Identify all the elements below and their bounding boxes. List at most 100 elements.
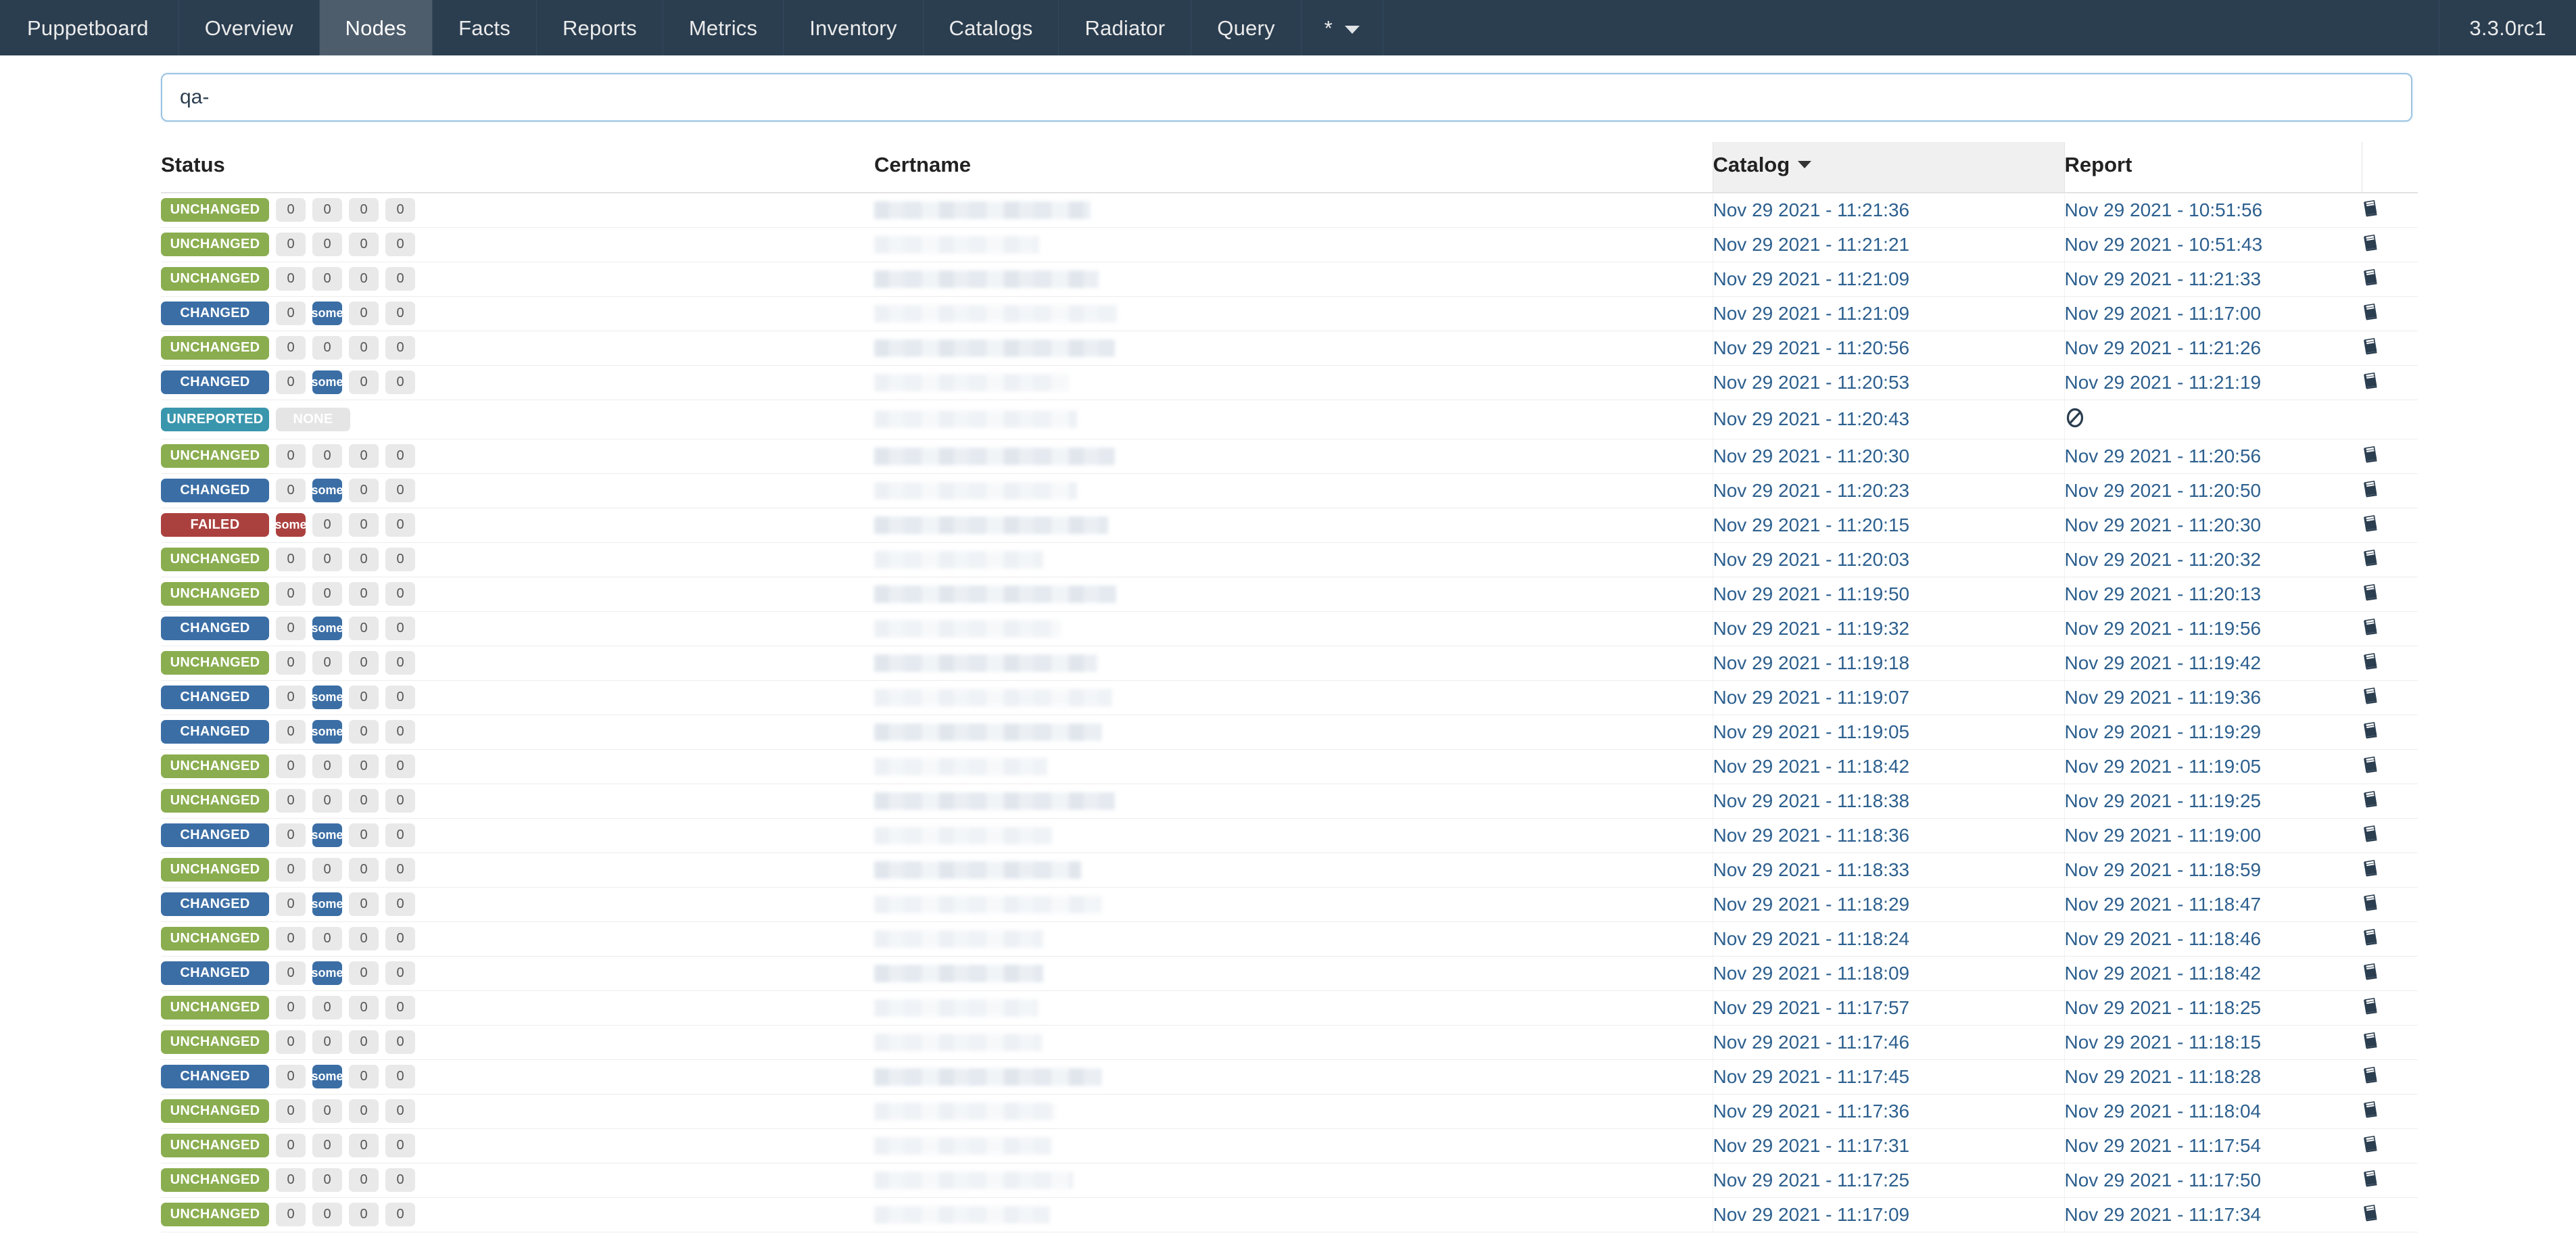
environment-dropdown[interactable]: * — [1302, 0, 1383, 55]
status-badge[interactable]: UNCHANGED — [161, 1099, 269, 1123]
report-timestamp-link[interactable]: Nov 29 2021 - 11:18:28 — [2065, 1066, 2262, 1087]
cell-certname[interactable] — [874, 852, 1713, 888]
status-badge[interactable]: UNCHANGED — [161, 267, 269, 291]
status-badge[interactable]: UNCHANGED — [161, 789, 269, 813]
cell-certname[interactable] — [874, 1094, 1713, 1129]
status-badge[interactable]: UNCHANGED — [161, 754, 269, 778]
cell-certname[interactable] — [874, 887, 1713, 922]
cell-catalog-timestamp[interactable]: Nov 29 2021 - 11:17:25 — [1712, 1163, 2065, 1198]
report-timestamp-link[interactable]: Nov 29 2021 - 11:20:56 — [2065, 446, 2262, 466]
book-icon[interactable] — [2362, 756, 2379, 773]
cell-logs[interactable] — [2362, 611, 2418, 646]
cell-catalog-timestamp[interactable]: Nov 29 2021 - 11:19:07 — [1712, 680, 2065, 715]
cell-catalog-timestamp[interactable]: Nov 29 2021 - 11:18:24 — [1712, 921, 2065, 957]
cell-report-timestamp[interactable]: Nov 29 2021 - 11:18:25 — [2064, 990, 2362, 1026]
cell-logs[interactable] — [2362, 646, 2418, 681]
nav-item-metrics[interactable]: Metrics — [663, 0, 784, 55]
book-icon[interactable] — [2362, 1101, 2379, 1118]
report-timestamp-link[interactable]: Nov 29 2021 - 11:21:33 — [2065, 268, 2262, 289]
table-row[interactable]: UNCHANGED 0 0 0 0 Nov 29 2021 - 11:18:24 Nov 2… — [161, 921, 2418, 957]
cell-certname[interactable] — [874, 365, 1713, 400]
table-row[interactable]: UNCHANGED 0 0 0 0 Nov 29 2021 - 11:17:09 Nov 2… — [161, 1197, 2418, 1232]
cell-logs[interactable] — [2362, 887, 2418, 922]
catalog-timestamp-link[interactable]: Nov 29 2021 - 11:17:46 — [1713, 1032, 1910, 1053]
cell-certname[interactable] — [874, 1128, 1713, 1163]
table-row[interactable]: CHANGED 0 some 0 0 Nov 29 2021 - 11:20:53 Nov … — [161, 365, 2418, 400]
cell-report-timestamp[interactable]: Nov 29 2021 - 11:18:47 — [2064, 887, 2362, 922]
report-timestamp-link[interactable]: Nov 29 2021 - 11:18:59 — [2065, 859, 2262, 880]
cell-report-timestamp[interactable]: Nov 29 2021 - 11:19:00 — [2064, 818, 2362, 853]
report-timestamp-link[interactable]: Nov 29 2021 - 11:19:42 — [2065, 652, 2262, 673]
cell-report-timestamp[interactable]: Nov 29 2021 - 11:17:54 — [2064, 1128, 2362, 1163]
report-timestamp-link[interactable]: Nov 29 2021 - 11:17:54 — [2065, 1135, 2262, 1156]
book-icon[interactable] — [2362, 963, 2379, 980]
book-icon[interactable] — [2362, 446, 2379, 463]
table-row[interactable]: FAILED some 0 0 0 Nov 29 2021 - 11:20:15 Nov 2… — [161, 508, 2418, 543]
table-row[interactable]: CHANGED 0 some 0 0 Nov 29 2021 - 11:21:09 Nov … — [161, 296, 2418, 331]
status-badge[interactable]: FAILED — [161, 513, 269, 537]
nav-item-inventory[interactable]: Inventory — [784, 0, 924, 55]
status-badge[interactable]: UNCHANGED — [161, 336, 269, 360]
cell-logs[interactable] — [2362, 1094, 2418, 1129]
cell-catalog-timestamp[interactable]: Nov 29 2021 - 11:20:53 — [1712, 365, 2065, 400]
cell-catalog-timestamp[interactable]: Nov 29 2021 - 11:19:05 — [1712, 715, 2065, 750]
cell-catalog-timestamp[interactable]: Nov 29 2021 - 11:18:33 — [1712, 852, 2065, 888]
catalog-timestamp-link[interactable]: Nov 29 2021 - 11:18:09 — [1713, 963, 1910, 984]
cell-logs[interactable] — [2362, 542, 2418, 577]
status-badge[interactable]: UNREPORTED — [161, 407, 269, 431]
nav-item-catalogs[interactable]: Catalogs — [924, 0, 1059, 55]
cell-catalog-timestamp[interactable]: Nov 29 2021 - 11:20:15 — [1712, 508, 2065, 543]
book-icon[interactable] — [2362, 1204, 2379, 1222]
cell-report-timestamp[interactable]: Nov 29 2021 - 11:18:15 — [2064, 1025, 2362, 1060]
table-row[interactable]: CHANGED 0 some 0 0 Nov 29 2021 - 11:19:32 Nov … — [161, 611, 2418, 646]
catalog-timestamp-link[interactable]: Nov 29 2021 - 11:21:09 — [1713, 303, 1910, 324]
cell-catalog-timestamp[interactable]: Nov 29 2021 - 11:17:36 — [1712, 1094, 2065, 1129]
report-timestamp-link[interactable]: Nov 29 2021 - 11:18:15 — [2065, 1032, 2262, 1053]
report-timestamp-link[interactable]: Nov 29 2021 - 11:17:50 — [2065, 1170, 2262, 1191]
catalog-timestamp-link[interactable]: Nov 29 2021 - 11:18:36 — [1713, 825, 1910, 846]
table-row[interactable]: UNCHANGED 0 0 0 0 Nov 29 2021 - 11:19:18 Nov 2… — [161, 646, 2418, 681]
column-header-catalog[interactable]: Catalog — [1712, 142, 2065, 193]
cell-catalog-timestamp[interactable]: Nov 29 2021 - 11:20:23 — [1712, 473, 2065, 508]
cell-catalog-timestamp[interactable]: Nov 29 2021 - 11:19:32 — [1712, 611, 2065, 646]
status-badge[interactable]: UNCHANGED — [161, 927, 269, 951]
cell-certname[interactable] — [874, 542, 1713, 577]
cell-catalog-timestamp[interactable]: Nov 29 2021 - 11:19:50 — [1712, 577, 2065, 612]
book-icon[interactable] — [2362, 859, 2379, 877]
status-badge[interactable]: UNCHANGED — [161, 582, 269, 606]
cell-logs[interactable] — [2362, 439, 2418, 474]
status-badge[interactable]: CHANGED — [161, 892, 269, 916]
report-timestamp-link[interactable]: Nov 29 2021 - 11:19:56 — [2065, 618, 2262, 639]
catalog-timestamp-link[interactable]: Nov 29 2021 - 11:19:18 — [1713, 652, 1910, 673]
cell-report-timestamp[interactable]: Nov 29 2021 - 11:17:50 — [2064, 1163, 2362, 1198]
status-badge[interactable]: UNCHANGED — [161, 548, 269, 571]
catalog-timestamp-link[interactable]: Nov 29 2021 - 11:20:03 — [1713, 549, 1910, 570]
report-timestamp-link[interactable]: Nov 29 2021 - 11:19:25 — [2065, 790, 2262, 811]
cell-certname[interactable] — [874, 473, 1713, 508]
cell-logs[interactable] — [2362, 331, 2418, 366]
table-row[interactable]: UNCHANGED 0 0 0 0 Nov 29 2021 - 11:18:33 Nov 2… — [161, 852, 2418, 888]
report-timestamp-link[interactable]: Nov 29 2021 - 11:20:50 — [2065, 480, 2262, 501]
cell-catalog-timestamp[interactable]: Nov 29 2021 - 11:17:31 — [1712, 1128, 2065, 1163]
report-timestamp-link[interactable]: Nov 29 2021 - 11:19:05 — [2065, 756, 2262, 777]
cell-catalog-timestamp[interactable]: Nov 29 2021 - 11:18:09 — [1712, 956, 2065, 991]
report-timestamp-link[interactable]: Nov 29 2021 - 11:18:04 — [2065, 1101, 2262, 1122]
table-row[interactable]: UNCHANGED 0 0 0 0 Nov 29 2021 - 11:18:38 Nov 2… — [161, 784, 2418, 819]
nav-item-reports[interactable]: Reports — [537, 0, 663, 55]
cell-logs[interactable] — [2362, 921, 2418, 957]
report-timestamp-link[interactable]: Nov 29 2021 - 11:21:26 — [2065, 337, 2262, 358]
cell-catalog-timestamp[interactable]: Nov 29 2021 - 11:20:56 — [1712, 331, 2065, 366]
cell-certname[interactable] — [874, 956, 1713, 991]
catalog-timestamp-link[interactable]: Nov 29 2021 - 11:17:57 — [1713, 997, 1910, 1018]
cell-report-timestamp[interactable]: Nov 29 2021 - 11:19:05 — [2064, 749, 2362, 784]
book-icon[interactable] — [2362, 337, 2379, 355]
catalog-timestamp-link[interactable]: Nov 29 2021 - 11:17:31 — [1713, 1135, 1910, 1156]
nav-item-nodes[interactable]: Nodes — [319, 0, 433, 55]
cell-certname[interactable] — [874, 227, 1713, 262]
table-row[interactable]: UNREPORTED NONE Nov 29 2021 - 11:20:43 — [161, 400, 2418, 439]
table-row[interactable]: CHANGED 0 some 0 0 Nov 29 2021 - 11:19:05 Nov … — [161, 715, 2418, 750]
report-timestamp-link[interactable]: Nov 29 2021 - 11:20:32 — [2065, 549, 2262, 570]
table-row[interactable]: UNCHANGED 0 0 0 0 Nov 29 2021 - 11:18:42 Nov 2… — [161, 749, 2418, 784]
cell-logs[interactable] — [2362, 784, 2418, 819]
cell-logs[interactable] — [2362, 749, 2418, 784]
